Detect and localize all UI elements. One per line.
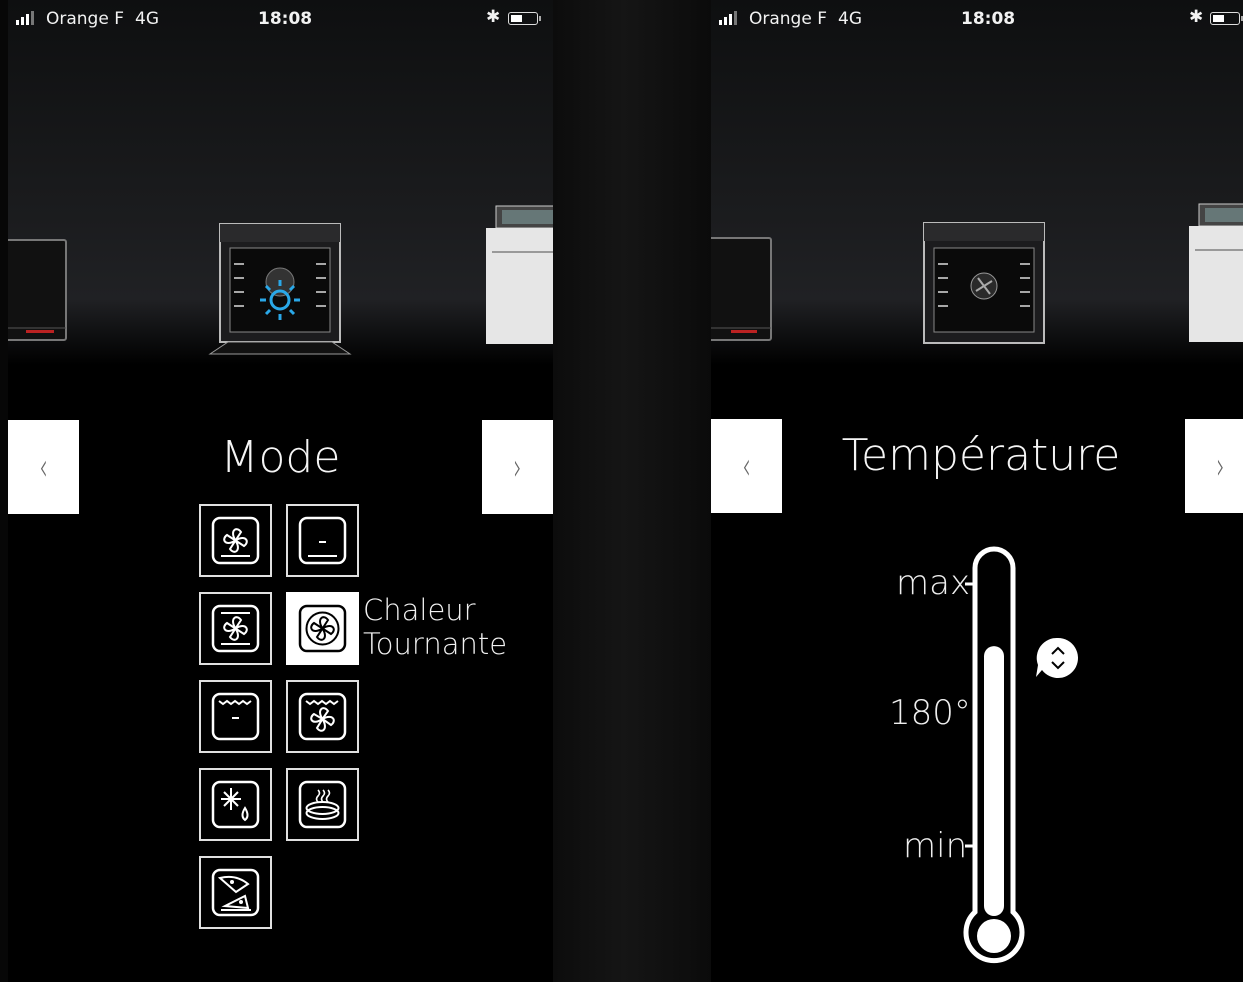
cooktop-appliance[interactable] <box>711 236 773 344</box>
cooktop-appliance[interactable] <box>8 238 70 344</box>
next-setting-button[interactable]: › <box>482 420 553 514</box>
appliance-carousel <box>711 0 1243 365</box>
setting-title: Mode <box>220 432 341 483</box>
temperature-screen: Orange F 4G 18:08 ✱ ‹ Température › max … <box>711 0 1243 982</box>
defrost-icon <box>211 780 260 829</box>
chevron-right-icon: › <box>1216 444 1225 488</box>
grill-fan-icon <box>298 692 347 741</box>
selected-mode-label-line1: Chaleur <box>363 593 476 627</box>
chevron-left-icon: ‹ <box>39 445 48 489</box>
selected-mode-label-line2: Tournante <box>363 627 508 661</box>
status-bar: Orange F 4G 18:08 ✱ <box>8 0 553 40</box>
battery-icon <box>508 12 541 25</box>
mode-tile-plate-warming[interactable] <box>286 768 359 841</box>
prev-setting-button[interactable]: ‹ <box>711 419 782 513</box>
chevron-right-icon: › <box>513 445 522 489</box>
mode-tile-top-bottom-heat[interactable] <box>199 680 272 753</box>
thermometer-fill <box>984 646 1004 916</box>
hot-air-fan-icon <box>298 604 347 653</box>
min-label: min <box>903 826 968 866</box>
top-bottom-heat-icon <box>211 692 260 741</box>
mode-tile-defrost[interactable] <box>199 768 272 841</box>
mode-tile-grill-fan[interactable] <box>286 680 359 753</box>
status-bar: Orange F 4G 18:08 ✱ <box>711 0 1243 40</box>
clock: 18:08 <box>961 9 1016 29</box>
fan-bottom-heat-icon <box>211 516 260 565</box>
mode-tile-fan-grill[interactable] <box>199 592 272 665</box>
bottom-heat-icon <box>298 516 347 565</box>
clock: 18:08 <box>258 9 313 29</box>
max-label: max <box>896 563 971 603</box>
oven-appliance[interactable] <box>916 220 1056 350</box>
bluetooth-icon: ✱ <box>486 7 501 27</box>
signal-strength-icon <box>16 11 34 25</box>
setting-title: Température <box>841 430 1121 481</box>
chevron-left-icon: ‹ <box>742 444 751 488</box>
screenshot-divider <box>553 0 711 982</box>
next-setting-button[interactable]: › <box>1185 419 1243 513</box>
oven-appliance[interactable] <box>200 220 370 360</box>
plate-warming-icon <box>298 780 347 829</box>
fan-grill-icon <box>211 604 260 653</box>
up-down-chevron-icon[interactable] <box>1035 636 1081 682</box>
mode-tile-bottom-heat[interactable] <box>286 504 359 577</box>
prev-setting-button[interactable]: ‹ <box>8 420 79 514</box>
network-type: 4G <box>838 9 862 29</box>
mode-tile-pizza[interactable] <box>199 856 272 929</box>
temperature-thermometer[interactable] <box>951 540 1051 970</box>
appliance-carousel <box>8 0 553 365</box>
temperature-value: 180° <box>889 693 971 733</box>
pizza-icon <box>211 868 260 917</box>
dishwasher-appliance[interactable] <box>486 204 553 346</box>
mode-tile-hot-air-fan[interactable] <box>286 592 359 665</box>
network-type: 4G <box>135 9 159 29</box>
battery-icon <box>1210 12 1243 25</box>
carrier-name: Orange F <box>46 9 124 29</box>
dishwasher-appliance[interactable] <box>1189 202 1243 344</box>
bluetooth-icon: ✱ <box>1189 7 1204 27</box>
mode-tile-fan-bottom-heat[interactable] <box>199 504 272 577</box>
carrier-name: Orange F <box>749 9 827 29</box>
mode-screen: Orange F 4G 18:08 ✱ ‹ Mode › Chaleur Tou… <box>8 0 553 982</box>
signal-strength-icon <box>719 11 737 25</box>
